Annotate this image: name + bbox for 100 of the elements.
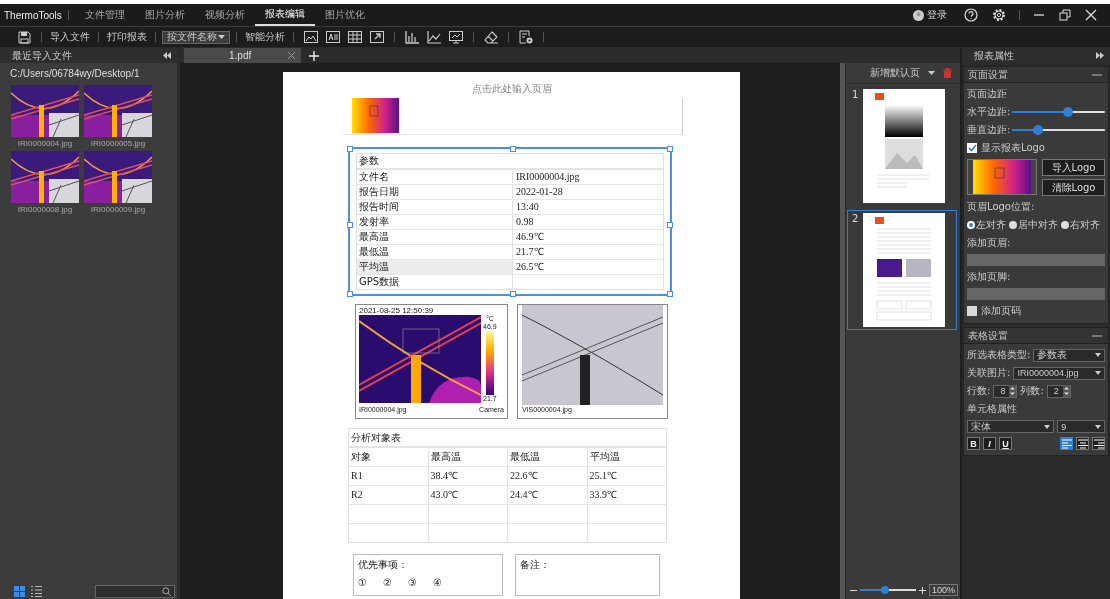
resize-handle[interactable] [347,221,353,228]
priority-option[interactable]: ③ [407,577,417,588]
print-report-button[interactable]: 打印报表 [105,30,149,44]
restore-icon[interactable] [1059,9,1071,21]
help-icon[interactable] [964,8,978,22]
line-chart-icon[interactable] [427,30,441,44]
presentation-icon[interactable] [449,30,463,44]
add-tab-icon[interactable] [309,50,319,61]
menu-tab[interactable]: 图片分析 [134,4,195,26]
font-size-dropdown[interactable]: 9 [1057,420,1105,433]
text-box-icon[interactable] [326,31,340,43]
text-format-button[interactable]: B [967,437,980,450]
thumbnail-image[interactable] [84,151,152,203]
table-type-dropdown[interactable]: 参数表 [1033,348,1105,362]
radio-button[interactable] [1009,221,1017,229]
spinner-arrows-icon[interactable] [1009,385,1017,397]
align-right-button[interactable] [1092,437,1105,450]
expand-panel-icon[interactable] [1096,52,1104,59]
table-title: 分析对象表 [349,429,666,448]
file-name: IRI0000005.jpg [90,139,146,148]
menu-tab[interactable]: 文件管理 [74,4,135,26]
table-cell: 最低温 [357,245,513,259]
save-icon[interactable] [18,30,31,44]
thumbnail-image[interactable] [11,151,79,203]
document-tab[interactable]: 1.pdf [184,48,301,63]
align-center-button[interactable] [1076,437,1089,450]
resize-handle[interactable] [667,146,673,152]
caret-icon [218,35,225,39]
caret-icon[interactable] [927,71,935,75]
footer-label: 添加页脚: [967,270,1012,284]
settings-icon[interactable] [992,8,1006,22]
resize-handle[interactable] [347,146,353,152]
color-scale-bar [485,331,494,395]
grid-view-icon[interactable] [14,585,25,597]
document-settings-icon[interactable] [519,30,533,44]
priority-label: 优先事项： [358,558,409,572]
radio-label: 左对齐 [976,218,1006,232]
linked-image-dropdown[interactable]: IRI0000004.jpg [1013,366,1105,380]
sort-dropdown[interactable]: 按文件名称 [162,30,230,44]
font-dropdown[interactable]: 宋体 [967,420,1055,433]
list-view-icon[interactable] [31,585,42,597]
check-icon [967,144,977,152]
zoom-in-icon[interactable] [918,586,926,594]
rows-spinner-field[interactable]: 8 [993,384,1018,398]
priority-option[interactable]: ④ [432,577,442,588]
menu-tab[interactable]: 视频分析 [194,4,255,26]
resize-handle[interactable] [510,291,516,297]
table-cell: 43.0℃ [428,486,508,504]
checkbox[interactable] [967,143,977,153]
footer-input-field[interactable] [967,288,1105,300]
search-icon[interactable] [162,586,171,596]
checkbox-label: 添加页码 [981,304,1021,318]
text-format-button[interactable]: U [999,437,1012,450]
import-logo-button[interactable]: 导入Logo [1042,159,1105,176]
priority-option[interactable]: ② [382,577,392,588]
resize-handle[interactable] [347,291,353,297]
search-field[interactable] [95,584,175,598]
table-cell: 报告日期 [357,185,513,199]
login-button[interactable]: 登录 [913,8,947,22]
table-cell: 平均温 [357,260,513,274]
table-cell: 文件名 [357,170,513,184]
priority-option[interactable]: ① [358,577,367,588]
columns-spinner-field[interactable]: 2 [1046,384,1071,398]
collapse-icon[interactable] [163,52,171,59]
radio-button[interactable] [967,221,975,229]
thumbnail-image[interactable] [11,85,79,137]
resize-handle[interactable] [667,291,673,297]
image-icon[interactable] [304,31,318,43]
add-page-button[interactable]: 新增默认页 [869,66,920,80]
bar-chart-icon[interactable] [405,30,419,44]
slider-thumb[interactable] [881,586,890,594]
eraser-icon[interactable] [484,30,498,44]
header-placeholder[interactable]: 点击此处输入页眉 [283,82,740,96]
table-cell: 22.6℃ [508,467,588,485]
table-icon[interactable] [348,31,362,43]
radio-button[interactable] [1061,221,1069,229]
expand-icon[interactable] [370,31,384,43]
checkbox[interactable] [967,306,977,316]
column-header: 最高温 [428,448,508,466]
table-cell: GPS数据 [357,275,513,289]
checkbox-label: 显示报表Logo [981,141,1045,155]
menu-tab[interactable]: 图片优化 [314,4,375,26]
resize-handle[interactable] [510,146,516,152]
scrollbar[interactable] [840,63,846,599]
align-left-button[interactable] [1060,437,1073,450]
slider-thumb[interactable] [1062,107,1073,117]
page-item[interactable]: 1 [846,86,957,206]
section-title: 页面设置 [968,67,1008,82]
import-file-button[interactable]: 导入文件 [48,30,92,44]
spinner-arrows-icon[interactable] [1062,385,1070,397]
smart-analysis-button[interactable]: 智能分析 [243,30,287,44]
margins-label: 页面边距 [967,87,1008,101]
text-format-button[interactable]: I [983,437,996,450]
resize-handle[interactable] [667,221,673,228]
selected-table-frame[interactable]: 参数 文件名 IRI0000004.jpg 报告日期 2022-01-28 报告时间 13:40 发射率 0.98 最高温 46.9℃ 最低温 21.7℃ 平均温 26.5℃ GPS数据 [348,147,672,296]
page-item-selected[interactable]: 2 [846,210,957,330]
slider-thumb[interactable] [1033,125,1044,135]
thumbnail-image[interactable] [84,85,152,137]
header-input-field[interactable] [967,254,1105,266]
clear-logo-button[interactable]: 清除Logo [1042,179,1105,196]
